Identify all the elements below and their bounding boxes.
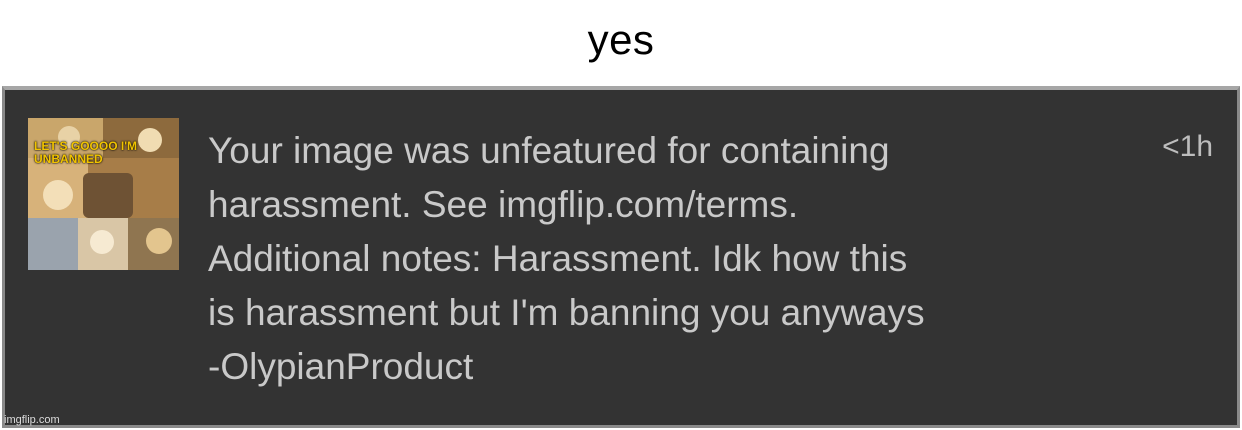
message-line: is harassment but I'm banning you anyway… <box>208 292 925 333</box>
message-line: Additional notes: Harassment. Idk how th… <box>208 238 908 279</box>
notification-panel[interactable]: LET'S GOOOO I'M UNBANNED Your image was … <box>2 86 1240 428</box>
notification-timestamp: <1h <box>1162 130 1213 163</box>
notification-thumbnail[interactable]: LET'S GOOOO I'M UNBANNED <box>28 118 179 270</box>
imgflip-watermark: imgflip.com <box>4 414 60 426</box>
thumbnail-text: LET'S GOOOO I'M UNBANNED <box>34 139 138 166</box>
message-line: -OlypianProduct <box>208 346 474 387</box>
notification-message[interactable]: Your image was unfeatured for containing… <box>208 124 1108 394</box>
message-line: Your image was unfeatured for containing <box>208 130 890 171</box>
meme-caption: yes <box>587 16 655 63</box>
message-line: harassment. See imgflip.com/terms. <box>208 184 799 225</box>
